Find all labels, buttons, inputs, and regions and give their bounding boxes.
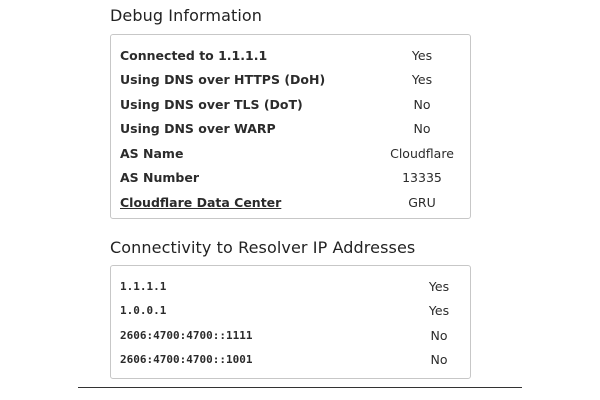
debug-row-label: AS Name	[120, 145, 184, 161]
debug-row-value: No	[413, 96, 431, 112]
resolver-ip-label: 2606:4700:4700::1111	[120, 328, 253, 342]
resolver-ip-value: No	[430, 352, 448, 368]
debug-row-value: GRU	[408, 194, 436, 210]
cloudflare-data-center-link[interactable]: Cloudflare Data Center	[120, 195, 281, 210]
debug-row-label: Using DNS over WARP	[120, 121, 276, 137]
debug-row-value: 13335	[402, 170, 442, 186]
resolver-ip-label: 2606:4700:4700::1001	[120, 353, 253, 367]
resolver-ip-label: 1.0.0.1	[120, 304, 167, 318]
resolver-ip-value: Yes	[428, 278, 450, 294]
connectivity-row-ipv6-1111: 2606:4700:4700::1111 No	[111, 323, 470, 348]
debug-row-value: Cloudflare	[390, 145, 454, 161]
debug-row-as-name: AS Name Cloudflare	[111, 141, 470, 166]
debug-row-connected: Connected to 1.1.1.1 Yes	[111, 43, 470, 68]
debug-information-card: Connected to 1.1.1.1 Yes Using DNS over …	[110, 34, 471, 219]
debug-row-value: Yes	[411, 72, 433, 88]
connectivity-row-ipv6-1001: 2606:4700:4700::1001 No	[111, 348, 470, 373]
debug-row-warp: Using DNS over WARP No	[111, 117, 470, 142]
debug-row-label: Using DNS over HTTPS (DoH)	[120, 72, 326, 88]
connectivity-row-1111: 1.1.1.1 Yes	[111, 274, 470, 299]
debug-row-value: Yes	[411, 47, 433, 63]
debug-row-as-number: AS Number 13335	[111, 166, 470, 191]
debug-row-dot: Using DNS over TLS (DoT) No	[111, 92, 470, 117]
connectivity-title: Connectivity to Resolver IP Addresses	[110, 238, 416, 257]
debug-row-label: AS Number	[120, 170, 200, 186]
bottom-divider	[78, 387, 522, 388]
resolver-ip-value: No	[430, 327, 448, 343]
connectivity-card: 1.1.1.1 Yes 1.0.0.1 Yes 2606:4700:4700::…	[110, 265, 471, 379]
resolver-ip-label: 1.1.1.1	[120, 279, 167, 293]
connectivity-row-1001: 1.0.0.1 Yes	[111, 299, 470, 324]
debug-row-data-center: Cloudflare Data Center GRU	[111, 190, 470, 215]
resolver-ip-value: Yes	[428, 303, 450, 319]
debug-row-doh: Using DNS over HTTPS (DoH) Yes	[111, 68, 470, 93]
debug-information-title: Debug Information	[110, 6, 263, 25]
debug-row-value: No	[413, 121, 431, 137]
debug-row-label: Using DNS over TLS (DoT)	[120, 96, 303, 112]
debug-row-label: Connected to 1.1.1.1	[120, 47, 268, 63]
